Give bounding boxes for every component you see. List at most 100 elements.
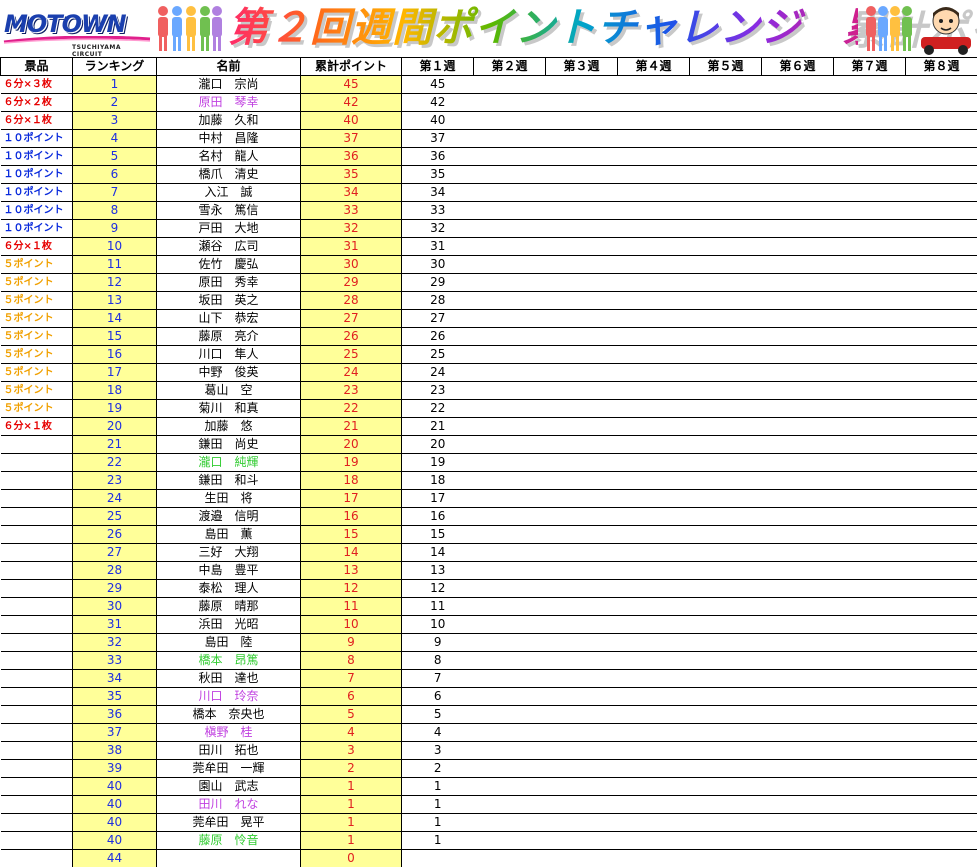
cell-rank[interactable]: 33 [72, 651, 157, 670]
cell-week4[interactable] [617, 561, 690, 580]
cell-week1[interactable]: 6 [401, 687, 474, 706]
cell-week3[interactable] [545, 831, 618, 850]
cell-week6[interactable] [761, 111, 834, 130]
cell-prize[interactable]: ６分×１枚 [0, 417, 73, 436]
cell-week1[interactable]: 23 [401, 381, 474, 400]
cell-week7[interactable] [833, 777, 906, 796]
cell-week8[interactable] [905, 723, 977, 742]
cell-week6[interactable] [761, 183, 834, 202]
cell-rank[interactable]: 38 [72, 741, 157, 760]
cell-week8[interactable] [905, 489, 977, 508]
cell-rank[interactable]: 35 [72, 687, 157, 706]
cell-week5[interactable] [689, 489, 762, 508]
cell-week2[interactable] [473, 687, 546, 706]
cell-week4[interactable] [617, 129, 690, 148]
cell-week2[interactable] [473, 813, 546, 832]
cell-week2[interactable] [473, 507, 546, 526]
cell-week8[interactable] [906, 850, 977, 867]
cell-prize[interactable]: ５ポイント [0, 309, 73, 328]
cell-week5[interactable] [689, 795, 762, 814]
cell-week4[interactable] [617, 741, 690, 760]
cell-week2[interactable] [473, 75, 546, 94]
cell-week5[interactable] [689, 507, 762, 526]
cell-week3[interactable] [545, 381, 618, 400]
cell-name[interactable]: 浜田 光昭 [156, 615, 301, 634]
cell-total[interactable]: 2 [300, 759, 402, 778]
cell-week6[interactable] [761, 579, 834, 598]
cell-week8[interactable] [905, 579, 977, 598]
cell-week2[interactable] [473, 705, 546, 724]
cell-week8[interactable] [905, 399, 977, 418]
cell-week6[interactable] [761, 417, 834, 436]
cell-week3[interactable] [545, 129, 618, 148]
cell-week4[interactable] [617, 291, 690, 310]
cell-rank[interactable]: 39 [72, 759, 157, 778]
cell-week8[interactable] [905, 183, 977, 202]
cell-name[interactable]: 山下 恭宏 [156, 309, 301, 328]
cell-name[interactable]: 藤原 晴那 [156, 597, 301, 616]
cell-rank[interactable]: 25 [72, 507, 157, 526]
col-header-week3[interactable]: 第３週 [545, 57, 618, 76]
cell-prize[interactable] [0, 813, 73, 832]
cell-week2[interactable] [473, 525, 546, 544]
cell-week4[interactable] [617, 255, 690, 274]
cell-prize[interactable]: １０ポイント [0, 201, 73, 220]
cell-total[interactable]: 14 [300, 543, 402, 562]
cell-week6[interactable] [761, 759, 834, 778]
cell-week7[interactable] [833, 831, 906, 850]
cell-name[interactable]: 槇野 桂 [156, 723, 301, 742]
cell-prize[interactable] [0, 777, 73, 796]
cell-total[interactable]: 11 [300, 597, 402, 616]
cell-rank[interactable]: 28 [72, 561, 157, 580]
cell-week2[interactable] [473, 759, 546, 778]
cell-rank[interactable]: 40 [72, 795, 157, 814]
cell-week5[interactable] [689, 669, 762, 688]
cell-name[interactable]: 田川 れな [156, 795, 301, 814]
cell-week8[interactable] [905, 273, 977, 292]
cell-week1[interactable]: 35 [401, 165, 474, 184]
cell-week2[interactable] [473, 831, 546, 850]
cell-total[interactable]: 32 [300, 219, 402, 238]
cell-week1[interactable]: 11 [401, 597, 474, 616]
cell-name[interactable]: 藤原 亮介 [156, 327, 301, 346]
cell-week7[interactable] [833, 237, 906, 256]
cell-week7[interactable] [833, 561, 906, 580]
cell-week5[interactable] [689, 723, 762, 742]
cell-week7[interactable] [833, 633, 906, 652]
cell-week5[interactable] [689, 633, 762, 652]
col-header-prize[interactable]: 景品 [0, 57, 73, 76]
cell-name[interactable]: 佐竹 慶弘 [156, 255, 301, 274]
cell-week4[interactable] [617, 597, 690, 616]
cell-week2[interactable] [473, 381, 546, 400]
cell-week6[interactable] [761, 723, 834, 742]
cell-week3[interactable] [545, 435, 618, 454]
cell-week7[interactable] [833, 201, 906, 220]
cell-rank[interactable]: 9 [72, 219, 157, 238]
cell-prize[interactable]: １０ポイント [0, 165, 73, 184]
cell-total[interactable]: 18 [300, 471, 402, 490]
cell-week5[interactable] [689, 237, 762, 256]
cell-week2[interactable] [473, 255, 546, 274]
cell-total[interactable]: 31 [300, 237, 402, 256]
cell-week5[interactable] [689, 741, 762, 760]
cell-week3[interactable] [545, 183, 618, 202]
cell-week1[interactable]: 42 [401, 93, 474, 112]
cell-name[interactable]: 三好 大翔 [156, 543, 301, 562]
cell-total[interactable]: 1 [300, 795, 402, 814]
cell-name[interactable]: 瀧口 宗尚 [156, 75, 301, 94]
cell-rank[interactable]: 11 [72, 255, 157, 274]
cell-week7[interactable] [833, 129, 906, 148]
cell-week4[interactable] [617, 543, 690, 562]
cell-rank[interactable]: 21 [72, 435, 157, 454]
cell-prize[interactable]: ５ポイント [0, 327, 73, 346]
cell-week8[interactable] [905, 615, 977, 634]
cell-week5[interactable] [689, 183, 762, 202]
cell-total[interactable]: 25 [300, 345, 402, 364]
cell-name[interactable]: 島田 陸 [156, 633, 301, 652]
cell-week3[interactable] [545, 363, 618, 382]
cell-week7[interactable] [833, 291, 906, 310]
cell-total[interactable]: 28 [300, 291, 402, 310]
cell-week7[interactable] [833, 363, 906, 382]
cell-week8[interactable] [905, 345, 977, 364]
cell-rank[interactable]: 20 [72, 417, 157, 436]
